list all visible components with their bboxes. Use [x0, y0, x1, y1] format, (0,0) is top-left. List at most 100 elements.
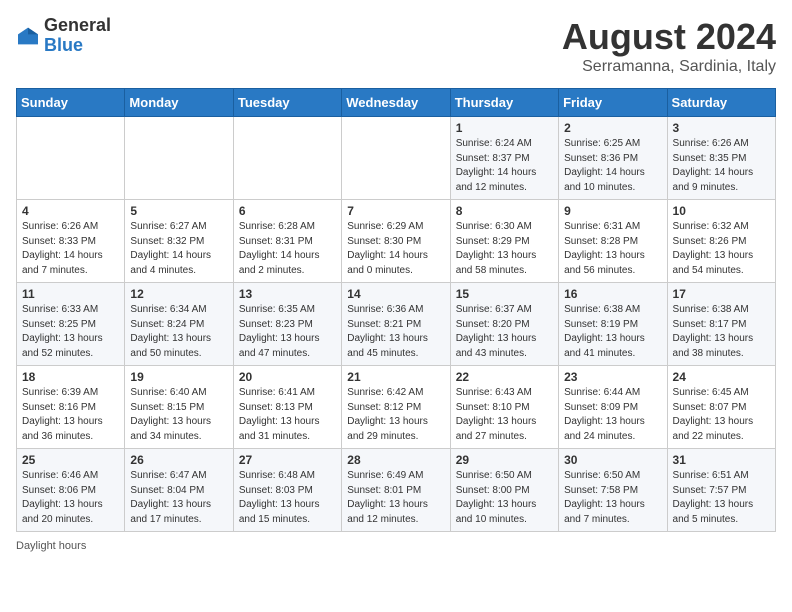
- day-number: 20: [239, 370, 336, 384]
- day-cell: 1 Sunrise: 6:24 AM Sunset: 8:37 PM Daylig…: [450, 117, 558, 200]
- day-info: Sunrise: 6:36 AM Sunset: 8:21 PM Dayligh…: [347, 303, 444, 361]
- day-info: Sunrise: 6:50 AM Sunset: 8:00 PM Dayligh…: [456, 469, 553, 527]
- day-info: Sunrise: 6:33 AM Sunset: 8:25 PM Dayligh…: [22, 303, 119, 361]
- day-info: Sunrise: 6:35 AM Sunset: 8:23 PM Dayligh…: [239, 303, 336, 361]
- day-cell: 22 Sunrise: 6:43 AM Sunset: 8:10 PM Dayli…: [450, 366, 558, 449]
- logo-text: General Blue: [44, 16, 111, 56]
- day-number: 30: [564, 453, 661, 467]
- footer-label: Daylight hours: [16, 540, 86, 552]
- day-cell: 19 Sunrise: 6:40 AM Sunset: 8:15 PM Dayli…: [125, 366, 233, 449]
- column-header-saturday: Saturday: [667, 89, 775, 117]
- day-cell: 29 Sunrise: 6:50 AM Sunset: 8:00 PM Dayli…: [450, 449, 558, 532]
- day-number: 18: [22, 370, 119, 384]
- day-cell: 9 Sunrise: 6:31 AM Sunset: 8:28 PM Daylig…: [559, 200, 667, 283]
- day-number: 3: [673, 121, 770, 135]
- day-number: 5: [130, 204, 227, 218]
- day-cell: 7 Sunrise: 6:29 AM Sunset: 8:30 PM Daylig…: [342, 200, 450, 283]
- logo-blue: Blue: [44, 36, 111, 56]
- column-header-sunday: Sunday: [17, 89, 125, 117]
- day-info: Sunrise: 6:46 AM Sunset: 8:06 PM Dayligh…: [22, 469, 119, 527]
- day-number: 19: [130, 370, 227, 384]
- day-info: Sunrise: 6:26 AM Sunset: 8:35 PM Dayligh…: [673, 137, 770, 195]
- day-cell: 18Sunrise: 6:39 AM Sunset: 8:16 PM Dayli…: [17, 366, 125, 449]
- day-number: 16: [564, 287, 661, 301]
- day-number: 1: [456, 121, 553, 135]
- day-cell: 30 Sunrise: 6:50 AM Sunset: 7:58 PM Dayli…: [559, 449, 667, 532]
- day-info: Sunrise: 6:37 AM Sunset: 8:20 PM Dayligh…: [456, 303, 553, 361]
- day-info: Sunrise: 6:34 AM Sunset: 8:24 PM Dayligh…: [130, 303, 227, 361]
- day-number: 2: [564, 121, 661, 135]
- day-info: Sunrise: 6:50 AM Sunset: 7:58 PM Dayligh…: [564, 469, 661, 527]
- header-row: SundayMondayTuesdayWednesdayThursdayFrid…: [17, 89, 776, 117]
- day-number: 14: [347, 287, 444, 301]
- day-cell: 23 Sunrise: 6:44 AM Sunset: 8:09 PM Dayli…: [559, 366, 667, 449]
- day-cell: 21 Sunrise: 6:42 AM Sunset: 8:12 PM Dayli…: [342, 366, 450, 449]
- week-row-2: 4 Sunrise: 6:26 AM Sunset: 8:33 PM Daylig…: [17, 200, 776, 283]
- day-cell: 4 Sunrise: 6:26 AM Sunset: 8:33 PM Daylig…: [17, 200, 125, 283]
- day-number: 28: [347, 453, 444, 467]
- day-number: 24: [673, 370, 770, 384]
- column-header-tuesday: Tuesday: [233, 89, 341, 117]
- day-number: 9: [564, 204, 661, 218]
- day-info: Sunrise: 6:30 AM Sunset: 8:29 PM Dayligh…: [456, 220, 553, 278]
- day-cell: 20Sunrise: 6:41 AM Sunset: 8:13 PM Dayli…: [233, 366, 341, 449]
- day-cell: 28 Sunrise: 6:49 AM Sunset: 8:01 PM Dayli…: [342, 449, 450, 532]
- day-cell: 14 Sunrise: 6:36 AM Sunset: 8:21 PM Dayli…: [342, 283, 450, 366]
- day-cell: 31Sunrise: 6:51 AM Sunset: 7:57 PM Dayli…: [667, 449, 775, 532]
- day-info: Sunrise: 6:49 AM Sunset: 8:01 PM Dayligh…: [347, 469, 444, 527]
- day-cell: 8 Sunrise: 6:30 AM Sunset: 8:29 PM Daylig…: [450, 200, 558, 283]
- column-header-thursday: Thursday: [450, 89, 558, 117]
- day-number: 15: [456, 287, 553, 301]
- day-info: Sunrise: 6:38 AM Sunset: 8:19 PM Dayligh…: [564, 303, 661, 361]
- day-number: 23: [564, 370, 661, 384]
- day-info: Sunrise: 6:24 AM Sunset: 8:37 PM Dayligh…: [456, 137, 553, 195]
- day-info: Sunrise: 6:42 AM Sunset: 8:12 PM Dayligh…: [347, 386, 444, 444]
- week-row-1: 1 Sunrise: 6:24 AM Sunset: 8:37 PM Daylig…: [17, 117, 776, 200]
- day-number: 22: [456, 370, 553, 384]
- calendar-table: SundayMondayTuesdayWednesdayThursdayFrid…: [16, 88, 776, 532]
- day-number: 27: [239, 453, 336, 467]
- page-header: General Blue August 2024 Serramanna, Sar…: [16, 16, 776, 76]
- day-cell: 5Sunrise: 6:27 AM Sunset: 8:32 PM Daylig…: [125, 200, 233, 283]
- week-row-4: 18Sunrise: 6:39 AM Sunset: 8:16 PM Dayli…: [17, 366, 776, 449]
- day-number: 26: [130, 453, 227, 467]
- day-info: Sunrise: 6:28 AM Sunset: 8:31 PM Dayligh…: [239, 220, 336, 278]
- day-number: 4: [22, 204, 119, 218]
- logo-icon: [16, 26, 40, 46]
- day-number: 25: [22, 453, 119, 467]
- day-cell: [342, 117, 450, 200]
- day-info: Sunrise: 6:31 AM Sunset: 8:28 PM Dayligh…: [564, 220, 661, 278]
- day-info: Sunrise: 6:51 AM Sunset: 7:57 PM Dayligh…: [673, 469, 770, 527]
- calendar-subtitle: Serramanna, Sardinia, Italy: [562, 58, 776, 76]
- week-row-5: 25 Sunrise: 6:46 AM Sunset: 8:06 PM Dayli…: [17, 449, 776, 532]
- column-header-wednesday: Wednesday: [342, 89, 450, 117]
- day-cell: [17, 117, 125, 200]
- day-info: Sunrise: 6:29 AM Sunset: 8:30 PM Dayligh…: [347, 220, 444, 278]
- day-number: 21: [347, 370, 444, 384]
- day-cell: 12Sunrise: 6:34 AM Sunset: 8:24 PM Dayli…: [125, 283, 233, 366]
- day-number: 29: [456, 453, 553, 467]
- day-info: Sunrise: 6:26 AM Sunset: 8:33 PM Dayligh…: [22, 220, 119, 278]
- day-cell: 17Sunrise: 6:38 AM Sunset: 8:17 PM Dayli…: [667, 283, 775, 366]
- calendar-title: August 2024: [562, 16, 776, 58]
- day-cell: 16 Sunrise: 6:38 AM Sunset: 8:19 PM Dayli…: [559, 283, 667, 366]
- day-info: Sunrise: 6:40 AM Sunset: 8:15 PM Dayligh…: [130, 386, 227, 444]
- day-number: 8: [456, 204, 553, 218]
- day-number: 7: [347, 204, 444, 218]
- title-area: August 2024 Serramanna, Sardinia, Italy: [562, 16, 776, 76]
- day-number: 13: [239, 287, 336, 301]
- day-cell: [125, 117, 233, 200]
- day-info: Sunrise: 6:44 AM Sunset: 8:09 PM Dayligh…: [564, 386, 661, 444]
- logo-general: General: [44, 16, 111, 36]
- day-number: 6: [239, 204, 336, 218]
- day-info: Sunrise: 6:48 AM Sunset: 8:03 PM Dayligh…: [239, 469, 336, 527]
- column-header-friday: Friday: [559, 89, 667, 117]
- day-cell: 25 Sunrise: 6:46 AM Sunset: 8:06 PM Dayli…: [17, 449, 125, 532]
- logo: General Blue: [16, 16, 111, 56]
- day-cell: [233, 117, 341, 200]
- day-info: Sunrise: 6:43 AM Sunset: 8:10 PM Dayligh…: [456, 386, 553, 444]
- day-info: Sunrise: 6:45 AM Sunset: 8:07 PM Dayligh…: [673, 386, 770, 444]
- day-number: 10: [673, 204, 770, 218]
- week-row-3: 11Sunrise: 6:33 AM Sunset: 8:25 PM Dayli…: [17, 283, 776, 366]
- day-info: Sunrise: 6:47 AM Sunset: 8:04 PM Dayligh…: [130, 469, 227, 527]
